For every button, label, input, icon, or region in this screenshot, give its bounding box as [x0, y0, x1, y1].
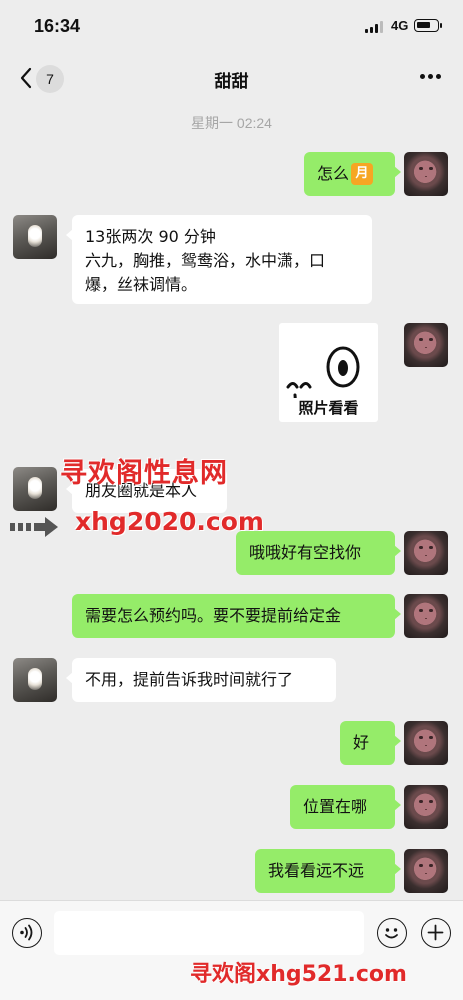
my-avatar[interactable]	[404, 849, 448, 893]
chat-header: 7 甜甜	[0, 52, 463, 106]
message-text: 我看看远不远	[268, 861, 365, 880]
watermark-text: 寻欢阁性息网	[60, 458, 228, 489]
message-bubble-sent[interactable]: 好	[340, 721, 401, 765]
message-text: 怎么	[317, 164, 350, 183]
message-text: 哦哦好有空找你	[249, 543, 362, 562]
chat-title: 甜甜	[214, 72, 249, 92]
message-text-line: 爆，丝袜调情。	[85, 275, 198, 294]
my-avatar[interactable]	[404, 785, 448, 829]
message-text: 位置在哪	[303, 797, 368, 816]
message-text: 不用，提前告诉我时间就行了	[85, 670, 294, 689]
network-label: 4G	[391, 18, 409, 33]
message-bubble-received[interactable]: 13张两次 90 分钟 六九，胸推，鸳鸯浴，水中潇，口 爆，丝袜调情。	[66, 215, 372, 304]
plus-icon[interactable]	[421, 918, 451, 948]
emoji-icon[interactable]	[377, 918, 407, 948]
my-avatar[interactable]	[404, 152, 448, 196]
my-avatar[interactable]	[404, 721, 448, 765]
my-avatar[interactable]	[404, 531, 448, 575]
image-caption: 照片看看	[298, 399, 359, 417]
message-text-line: 六九，胸推，鸳鸯浴，水中潇，口	[85, 251, 326, 270]
my-avatar[interactable]	[404, 594, 448, 638]
message-timestamp: 星期一 02:24	[191, 115, 272, 131]
signal-icon	[365, 21, 385, 33]
message-input[interactable]	[54, 911, 364, 955]
status-bar: 16:34 4G	[0, 0, 463, 52]
battery-icon	[414, 19, 442, 32]
status-time: 16:34	[34, 16, 81, 36]
message-text-line: 13张两次 90 分钟	[85, 227, 216, 246]
message-bubble-sent[interactable]: 需要怎么预约吗。要不要提前给定金	[72, 594, 401, 638]
message-bubble-received[interactable]: 不用，提前告诉我时间就行了	[66, 658, 336, 702]
watermark-bottom: 寻欢阁xhg521.com	[190, 962, 407, 987]
watermark-url: xhg2020.com	[75, 507, 264, 536]
message-text: 需要怎么预约吗。要不要提前给定金	[85, 606, 342, 625]
contact-avatar[interactable]	[13, 215, 57, 259]
contact-avatar[interactable]	[13, 658, 57, 702]
message-text: 好	[353, 733, 370, 752]
message-bubble-sent[interactable]: 位置在哪	[290, 785, 401, 829]
message-bubble-sent[interactable]: 哦哦好有空找你	[236, 531, 401, 575]
more-dots-icon[interactable]	[420, 74, 442, 80]
message-bubble-sent[interactable]: 我看看远不远	[255, 849, 401, 893]
my-avatar[interactable]	[404, 323, 448, 367]
contact-avatar[interactable]	[13, 467, 57, 511]
voice-icon[interactable]	[12, 918, 42, 948]
message-bubble-sent[interactable]: 怎么月	[304, 152, 401, 196]
meme-face-icon	[286, 346, 360, 398]
arrow-right-icon	[10, 517, 58, 537]
moon-emoji-icon: 月	[351, 163, 374, 185]
image-message[interactable]: 照片看看	[279, 323, 378, 422]
